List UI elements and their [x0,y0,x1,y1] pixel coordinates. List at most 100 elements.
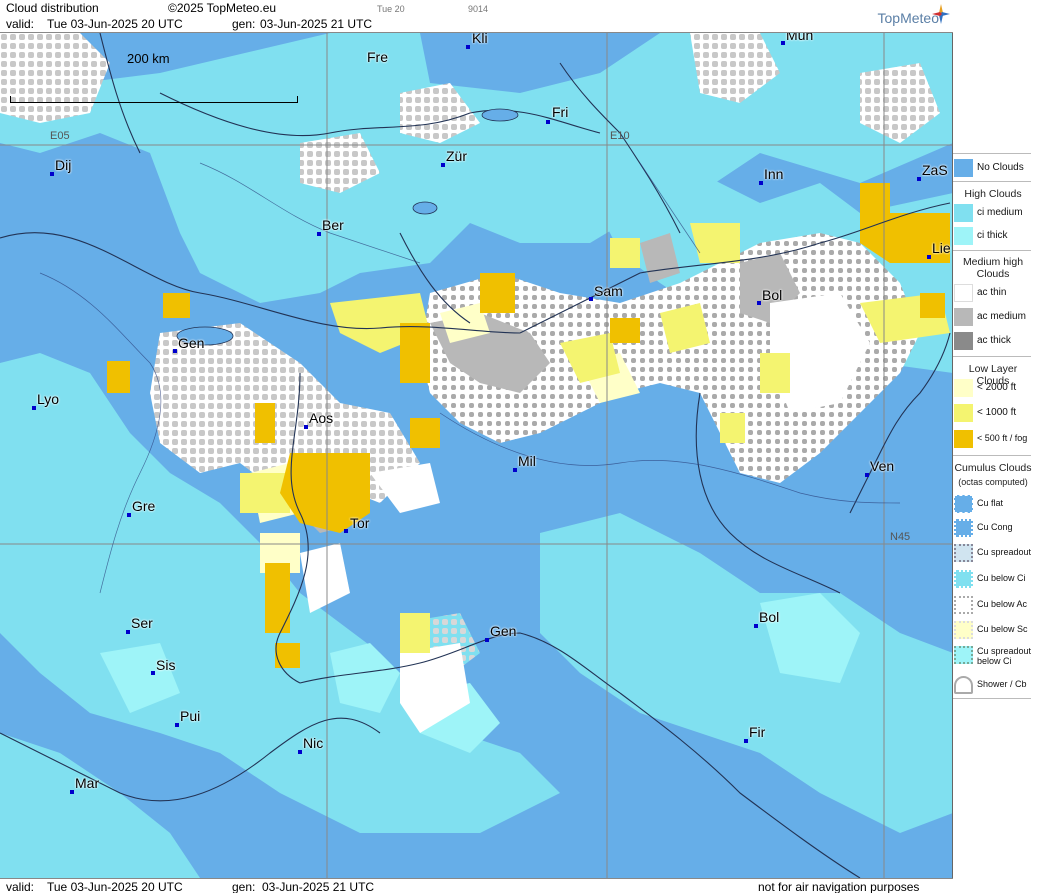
ci-thick-swatch [954,227,973,245]
legend-ac-thick: ac thick [953,331,1035,351]
city-label-bol-north: Bol [762,287,783,303]
valid-value: Tue 03-Jun-2025 20 UTC [47,17,183,31]
ac-thin-label: ac thin [977,287,1007,298]
map-footer: valid: Tue 03-Jun-2025 20 UTC gen: 03-Ju… [0,878,953,893]
city-label-mil: Mil [518,453,536,469]
city-dot-sam [589,297,593,301]
legend-cu-spreadout: Cu spreadout [953,543,1035,563]
city-dot-ven [865,473,869,477]
ci-medium-label: ci medium [977,207,1023,218]
city-label-aos: Aos [309,410,334,426]
city-dot-kli [466,45,470,49]
city-label-zas: ZaS [922,162,948,178]
cu-spreadout-below-ci-swatch [954,646,973,664]
city-dot-tor [344,529,348,533]
small-day-label: Tue 20 [377,4,405,14]
legend-ac-medium: ac medium [953,307,1035,327]
city-label-gen-geneva: Gen [178,335,205,351]
city-dot-zur [441,163,445,167]
cu-flat-label: Cu flat [977,498,1004,508]
cloud-map-canvas [0,33,952,878]
low-500-label: < 500 ft / fog [977,433,1028,443]
city-dot-mar [70,790,74,794]
cu-below-ci-label: Cu below Ci [977,573,1026,583]
scale-bar-label: 200 km [127,51,170,66]
city-label-dij: Dij [55,157,72,173]
city-label-fre: Fre [367,49,388,65]
cu-flat-swatch [954,495,973,513]
cu-below-sc-swatch [954,621,973,639]
city-label-mar: Mar [75,775,100,791]
legend-divider [953,181,1031,182]
cu-below-ci-swatch [954,570,973,588]
legend-cu-below-sc: Cu below Sc [953,620,1035,640]
city-label-lyo: Lyo [37,391,60,407]
city-label-bol-south: Bol [759,609,780,625]
city-dot-lie [927,255,931,259]
city-dot-ber [317,232,321,236]
map-title: Cloud distribution [6,1,99,15]
cu-below-ac-swatch [954,596,973,614]
shower-cb-label: Shower / Cb [977,679,1027,689]
map-header: Cloud distribution ©2025 TopMeteo.eu Tue… [0,0,953,33]
legend-ci-thick: ci thick [953,226,1035,246]
cu-spreadout-swatch [954,544,973,562]
legend-ci-medium: ci medium [953,203,1035,223]
legend-cu-flat: Cu flat [953,494,1035,514]
cu-spreadout-label: Cu spreadout [977,547,1032,557]
city-label-mun: Mün [786,33,814,43]
topmeteo-logo: TopMeteo [877,10,939,26]
city-dot-gen-genova [485,638,489,642]
legend-medium-title: Medium high Clouds [962,256,1024,280]
city-dot-mil [513,468,517,472]
city-label-gre: Gre [132,498,156,514]
cu-cong-label: Cu Cong [977,522,1013,532]
legend-divider [953,455,1031,456]
city-label-ven: Ven [870,458,895,474]
city-label-sis: Sis [156,657,176,673]
cloud-map[interactable]: 200 km E05 E10 N45 Kli Mün Fre Fri Dij Z… [0,33,953,878]
city-label-inn: Inn [764,166,784,182]
city-dot-inn [759,181,763,185]
low-1000-swatch [954,404,973,422]
legend-shower-cb: Shower / Cb [953,675,1035,695]
city-label-lie: Lie [932,240,951,256]
ac-medium-swatch [954,308,973,326]
cu-spreadout-below-ci-label: Cu spreadout below Ci [977,646,1032,666]
legend-ac-thin: ac thin [953,283,1035,303]
cu-below-sc-label: Cu below Sc [977,624,1028,634]
copyright-text: ©2025 TopMeteo.eu [168,1,277,15]
footer-gen-value: 03-Jun-2025 21 UTC [262,880,375,893]
small-code-label: 9014 [468,4,489,14]
grid-label-e10: E10 [610,130,630,142]
valid-label: valid: [6,17,35,31]
footer-disclaimer: not for air navigation purposes [758,880,920,893]
city-dot-aos [304,425,308,429]
ci-medium-swatch [954,204,973,222]
legend-no-clouds: No Clouds [953,158,1035,178]
legend-cu-below-ci: Cu below Ci [953,569,1035,589]
city-dot-fir [744,739,748,743]
city-label-pui: Pui [180,708,201,724]
city-dot-pui [175,723,179,727]
city-dot-gen-geneva [173,349,177,353]
legend-cu-below-ac: Cu below Ac [953,595,1035,615]
city-dot-lyo [32,406,36,410]
grid-label-n45: N45 [890,531,911,543]
low-2000-label: < 2000 ft [977,382,1017,393]
no-clouds-swatch [954,159,973,177]
cu-below-ac-label: Cu below Ac [977,599,1028,609]
compass-star-icon [932,4,950,24]
ci-thick-label: ci thick [977,230,1008,241]
legend-divider [953,153,1031,154]
legend-low-1000: < 1000 ft [953,403,1035,423]
cu-cong-swatch [954,519,973,537]
legend-divider [953,356,1031,357]
legend-divider [953,250,1031,251]
city-dot-ser [126,630,130,634]
footer-gen-label: gen: [232,880,256,893]
footer-valid-value: Tue 03-Jun-2025 20 UTC [47,880,183,893]
city-label-fri: Fri [552,104,569,120]
city-label-ber: Ber [322,217,344,233]
city-label-gen-genova: Gen [490,623,517,639]
